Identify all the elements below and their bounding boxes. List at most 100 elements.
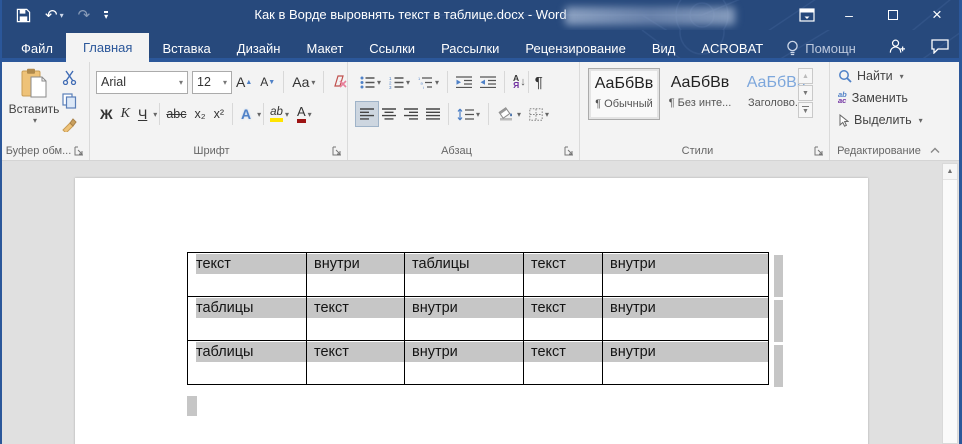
table-cell[interactable]: текст — [188, 253, 307, 297]
tab-главная[interactable]: Главная — [66, 33, 149, 62]
redo-button[interactable]: ↷ — [78, 6, 91, 24]
font-size-combobox[interactable]: 12 ▾ — [192, 71, 232, 94]
bullets-button[interactable]: ▾ — [356, 70, 385, 94]
find-button[interactable]: Найти▾ — [838, 69, 904, 83]
replace-button[interactable]: ab ac Заменить — [838, 91, 908, 105]
clipboard-dialog-launcher-icon[interactable] — [74, 146, 84, 156]
table-cell[interactable]: таблицы — [188, 297, 307, 341]
table-cell[interactable]: текст — [524, 253, 603, 297]
multilevel-list-button[interactable]: 1ai ▾ — [414, 70, 443, 94]
style-gallery: АаБбВв ¶ Обычный АаБбВв ¶ Без инте... Аа… — [588, 68, 812, 120]
table-cell[interactable]: внутри — [405, 297, 524, 341]
table-cell[interactable]: таблицы — [405, 253, 524, 297]
format-painter-icon[interactable] — [62, 117, 77, 132]
tab-file[interactable]: Файл — [8, 34, 66, 62]
underline-caret-icon[interactable]: ▾ — [153, 110, 157, 119]
collapse-ribbon-icon[interactable] — [930, 147, 940, 154]
selected-cell-text: внутри — [603, 254, 768, 274]
paragraph-dialog-launcher-icon[interactable] — [564, 146, 574, 156]
strikethrough-button[interactable]: abc — [162, 102, 190, 126]
tab-рецензирование[interactable]: Рецензирование — [512, 34, 638, 62]
vertical-scrollbar[interactable]: ▲ — [942, 163, 958, 444]
close-button[interactable]: × — [915, 0, 959, 30]
tell-me-assistant[interactable]: Помощн — [776, 34, 866, 62]
style-gallery-more-icon[interactable]: ▼ — [798, 102, 813, 118]
table-cell[interactable]: текст — [524, 297, 603, 341]
select-button[interactable]: Выделить▾ — [838, 113, 923, 127]
selected-cell-text: текст — [307, 342, 404, 362]
style-card-no-spacing[interactable]: АаБбВв ¶ Без инте... — [664, 68, 736, 120]
selected-paragraph-mark — [187, 396, 197, 416]
style-scroll-up-icon[interactable]: ▲ — [798, 68, 813, 84]
share-icon[interactable] — [888, 38, 905, 54]
increase-indent-button[interactable] — [476, 70, 500, 94]
minimize-button[interactable]: – — [827, 0, 871, 30]
justify-button[interactable] — [422, 102, 444, 126]
table-cell[interactable]: внутри — [405, 341, 524, 385]
style-card-normal[interactable]: АаБбВв ¶ Обычный — [588, 68, 660, 120]
text-effects-button[interactable]: А — [237, 102, 255, 126]
table-cell[interactable]: внутри — [307, 253, 405, 297]
italic-button[interactable]: К — [117, 102, 134, 126]
superscript-button[interactable]: x² — [210, 102, 228, 126]
style-scroll-down-icon[interactable]: ▼ — [798, 85, 813, 101]
ribbon-display-options-icon[interactable] — [787, 0, 827, 30]
tab-вставка[interactable]: Вставка — [149, 34, 223, 62]
numbering-button[interactable]: 123 ▾ — [385, 70, 414, 94]
underline-button[interactable]: Ч — [134, 102, 151, 126]
font-name-caret-icon: ▾ — [175, 78, 183, 87]
align-center-button[interactable] — [378, 102, 400, 126]
doc-table: текствнутритаблицытекствнутритаблицытекс… — [187, 252, 769, 385]
subscript-button[interactable]: x₂ — [190, 102, 209, 126]
tab-макет[interactable]: Макет — [293, 34, 356, 62]
font-color-button[interactable]: А — [297, 106, 306, 123]
comments-icon[interactable] — [931, 39, 949, 54]
styles-dialog-launcher-icon[interactable] — [814, 146, 824, 156]
decrease-indent-button[interactable] — [452, 70, 476, 94]
tab-рассылки[interactable]: Рассылки — [428, 34, 512, 62]
borders-button[interactable]: ▾ — [525, 102, 553, 126]
tab-ссылки[interactable]: Ссылки — [356, 34, 428, 62]
paste-button[interactable]: Вставить ▾ — [10, 68, 58, 142]
shrink-font-button[interactable]: А▼ — [256, 70, 279, 94]
table-cell[interactable]: текст — [307, 297, 405, 341]
cut-icon[interactable] — [62, 70, 77, 85]
font-name-combobox[interactable]: Arial ▾ — [96, 71, 188, 94]
document-page[interactable]: текствнутритаблицытекствнутритаблицытекс… — [75, 178, 868, 444]
customize-quick-access-toolbar-icon[interactable]: ▾ — [104, 11, 108, 20]
copy-icon[interactable] — [62, 93, 77, 109]
show-formatting-marks-button[interactable]: ¶ — [531, 70, 547, 94]
grow-font-button[interactable]: А▲ — [232, 70, 256, 94]
save-icon[interactable] — [16, 8, 31, 23]
tab-дизайн[interactable]: Дизайн — [224, 34, 294, 62]
highlight-color-button[interactable]: ab — [270, 107, 283, 122]
text-effects-caret-icon[interactable]: ▾ — [257, 110, 261, 119]
ribbon-tabs: ФайлГлавнаяВставкаДизайнМакетСсылкиРассы… — [8, 30, 866, 62]
tab-acrobat[interactable]: ACROBAT — [688, 34, 776, 62]
table-cell[interactable]: внутри — [603, 253, 769, 297]
table-cell[interactable]: текст — [307, 341, 405, 385]
align-left-button[interactable] — [356, 102, 378, 126]
tab-вид[interactable]: Вид — [639, 34, 689, 62]
align-right-button[interactable] — [400, 102, 422, 126]
undo-button[interactable]: ↶▾ — [45, 6, 64, 24]
selected-cell-text: внутри — [405, 342, 523, 362]
selected-cell-text: текст — [524, 342, 602, 362]
bold-button[interactable]: Ж — [96, 102, 117, 126]
change-case-button[interactable]: Aa▾ — [288, 70, 319, 94]
selected-cell-text: текст — [524, 254, 602, 274]
table-cell[interactable]: внутри — [603, 341, 769, 385]
clipboard-group: Вставить ▾ Буфер обм... — [2, 62, 90, 160]
line-spacing-button[interactable]: ▾ — [453, 102, 484, 126]
font-dialog-launcher-icon[interactable] — [332, 146, 342, 156]
table-cell[interactable]: внутри — [603, 297, 769, 341]
maximize-button[interactable] — [871, 0, 915, 30]
selected-cell-text: текст — [307, 298, 404, 318]
shading-button[interactable]: ▾ — [493, 102, 525, 126]
table-cell[interactable]: текст — [524, 341, 603, 385]
scroll-up-icon[interactable]: ▲ — [943, 164, 957, 180]
selected-cell-text: внутри — [405, 298, 523, 318]
table-cell[interactable]: таблицы — [188, 341, 307, 385]
word-window: ↶▾ ↷ ▾ Как в Ворде выровнять текст в таб… — [0, 0, 962, 444]
blurred-account-name — [565, 7, 735, 25]
